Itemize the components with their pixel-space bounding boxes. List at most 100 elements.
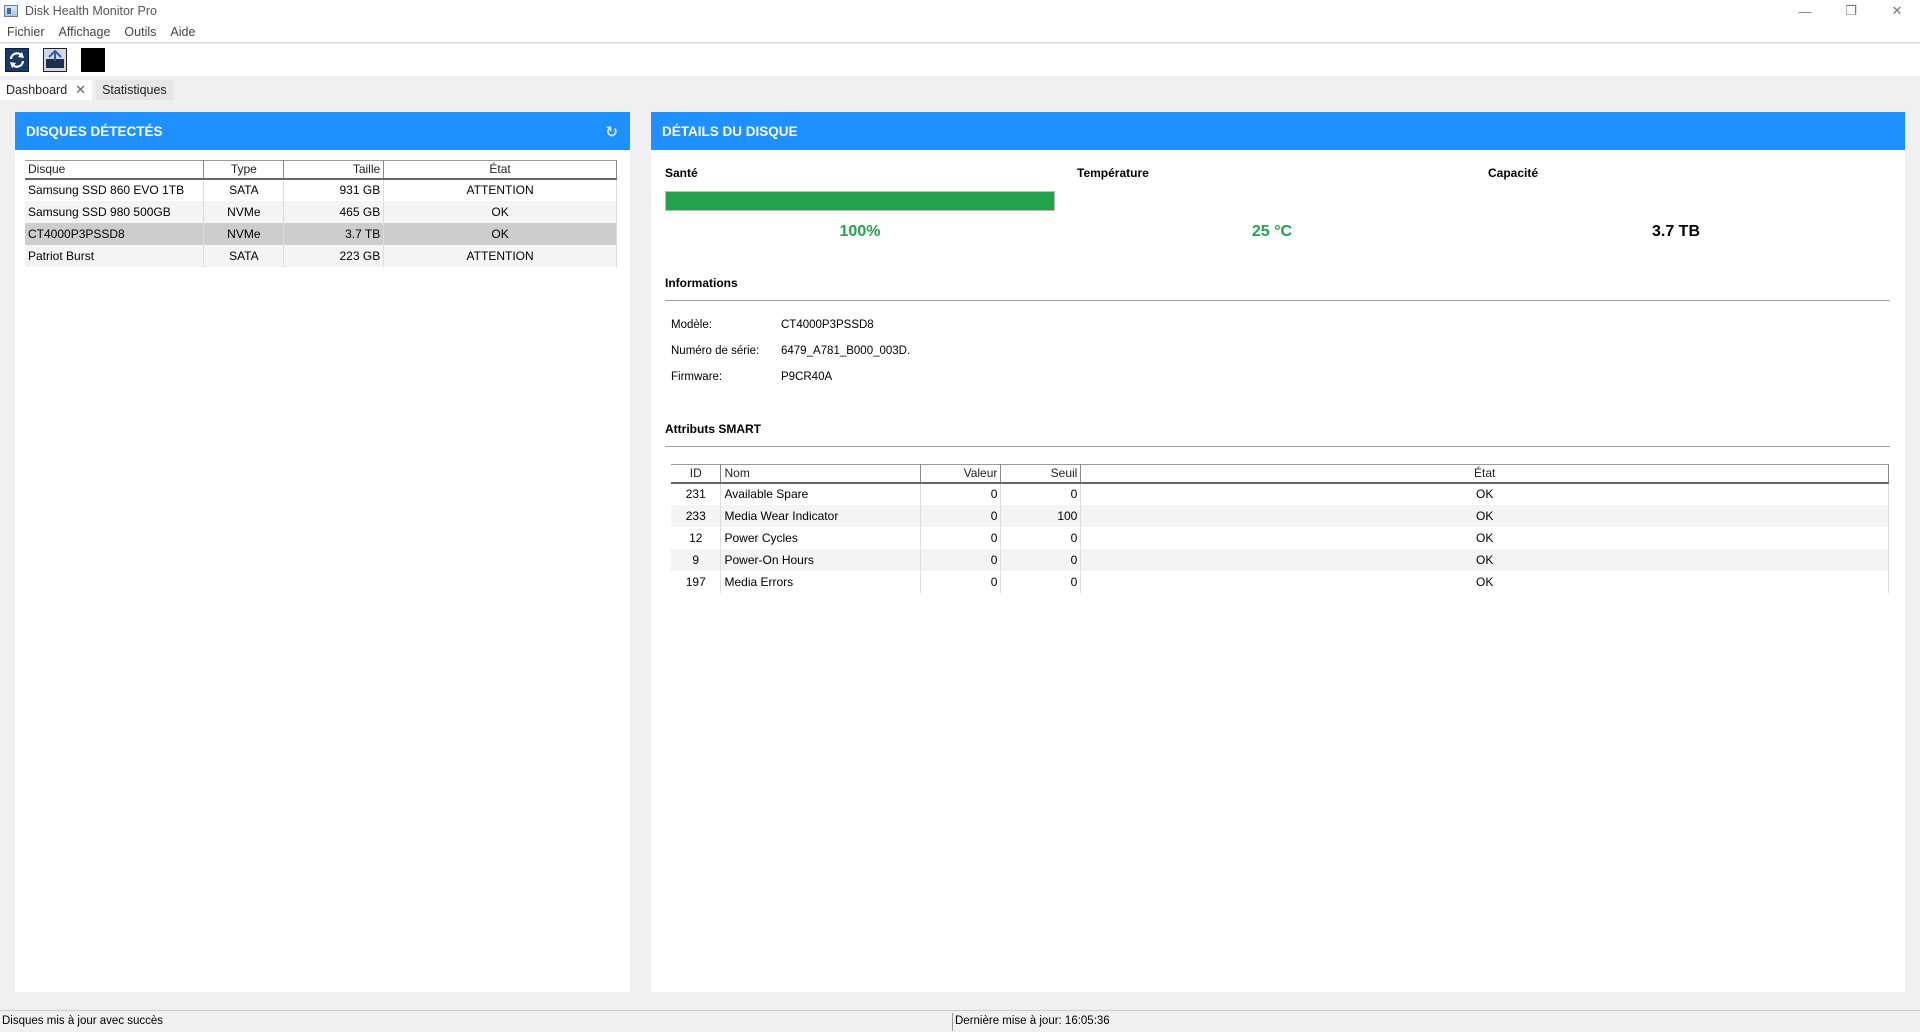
- minimize-button[interactable]: —: [1782, 0, 1828, 22]
- tab-statistiques[interactable]: Statistiques: [96, 80, 173, 100]
- smart-state: OK: [1080, 570, 1889, 593]
- info-firmware-label: Firmware:: [671, 371, 723, 383]
- smart-state: OK: [1080, 548, 1889, 571]
- window-controls: — ❐ ✕: [1782, 0, 1920, 22]
- col-taille[interactable]: Taille: [283, 160, 385, 180]
- disk-size: 931 GB: [283, 178, 385, 201]
- tab-close-icon[interactable]: ✕: [75, 82, 86, 98]
- capacity-label: Capacité: [1488, 166, 1539, 180]
- detected-disks-panel: DISQUES DÉTECTÉS ↻ Disque Type Taille Ét…: [15, 112, 630, 992]
- col-type[interactable]: Type: [203, 160, 285, 180]
- col-id[interactable]: ID: [671, 464, 722, 484]
- disk-name: Samsung SSD 860 EVO 1TB: [25, 178, 205, 201]
- temperature-label: Température: [1077, 166, 1149, 180]
- info-row-firmware: Firmware: P9CR40A: [671, 371, 832, 383]
- disk-type: SATA: [203, 178, 285, 201]
- export-tool-button[interactable]: [42, 47, 68, 73]
- tab-dashboard-label: Dashboard: [6, 83, 68, 97]
- menu-outils[interactable]: Outils: [117, 25, 163, 39]
- disk-details-header: DÉTAILS DU DISQUE: [651, 112, 1905, 150]
- table-row-selected[interactable]: CT4000P3PSSD8 NVMe 3.7 TB OK: [25, 222, 617, 245]
- detected-disks-title: DISQUES DÉTECTÉS: [26, 123, 163, 139]
- smart-name: Available Spare: [720, 482, 922, 505]
- smart-divider: [665, 446, 1890, 447]
- disk-state: OK: [383, 200, 617, 223]
- app-icon: [4, 5, 18, 17]
- menu-fichier[interactable]: Fichier: [0, 25, 52, 39]
- close-button[interactable]: ✕: [1874, 0, 1920, 22]
- smart-state: OK: [1080, 482, 1889, 505]
- col-smart-etat[interactable]: État: [1080, 464, 1889, 484]
- col-seuil[interactable]: Seuil: [1000, 464, 1082, 484]
- window-title: Disk Health Monitor Pro: [25, 4, 157, 18]
- smart-title: Attributs SMART: [665, 422, 761, 436]
- disk-details-panel: DÉTAILS DU DISQUE Santé 100% Température…: [651, 112, 1905, 992]
- disk-type: NVMe: [203, 200, 285, 223]
- smart-value: 0: [920, 504, 1002, 527]
- smart-state: OK: [1080, 526, 1889, 549]
- col-nom[interactable]: Nom: [720, 464, 922, 484]
- disk-type: NVMe: [203, 222, 285, 245]
- smart-name: Power-On Hours: [720, 548, 922, 571]
- table-row[interactable]: 233 Media Wear Indicator 0 100 OK: [671, 504, 1889, 527]
- menu-affichage[interactable]: Affichage: [52, 25, 118, 39]
- toolbar: [0, 44, 1920, 76]
- table-row[interactable]: Patriot Burst SATA 223 GB ATTENTION: [25, 244, 617, 267]
- disk-size: 465 GB: [283, 200, 385, 223]
- menu-bar: Fichier Affichage Outils Aide: [0, 22, 1920, 43]
- info-model-value: CT4000P3PSSD8: [781, 319, 874, 331]
- smart-name: Media Wear Indicator: [720, 504, 922, 527]
- table-row[interactable]: 9 Power-On Hours 0 0 OK: [671, 548, 1889, 571]
- table-row[interactable]: 12 Power Cycles 0 0 OK: [671, 526, 1889, 549]
- disk-details-title: DÉTAILS DU DISQUE: [662, 123, 798, 139]
- health-label: Santé: [665, 166, 698, 180]
- smart-id: 231: [671, 482, 722, 505]
- smart-threshold: 0: [1000, 548, 1082, 571]
- terminal-tool-button[interactable]: [80, 47, 106, 73]
- smart-id: 9: [671, 548, 722, 571]
- disk-table: Disque Type Taille État Samsung SSD 860 …: [25, 160, 617, 267]
- status-message: Disques mis à jour avec succès: [2, 1015, 164, 1027]
- refresh-tool-button[interactable]: [4, 47, 30, 73]
- status-separator: [952, 1013, 953, 1031]
- last-update: Dernière mise à jour: 16:05:36: [955, 1015, 1110, 1027]
- table-row[interactable]: Samsung SSD 860 EVO 1TB SATA 931 GB ATTE…: [25, 178, 617, 201]
- smart-threshold: 100: [1000, 504, 1082, 527]
- status-bar: Disques mis à jour avec succès Dernière …: [0, 1010, 1920, 1032]
- tab-statistiques-label: Statistiques: [102, 83, 167, 97]
- disk-name: Patriot Burst: [25, 244, 205, 267]
- refresh-icon: [5, 48, 29, 72]
- table-row[interactable]: Samsung SSD 980 500GB NVMe 465 GB OK: [25, 200, 617, 223]
- menu-aide[interactable]: Aide: [163, 25, 202, 39]
- temperature-value: 25 °C: [1251, 223, 1293, 240]
- disk-state: OK: [383, 222, 617, 245]
- smart-table: ID Nom Valeur Seuil État 231 Available S…: [671, 464, 1889, 593]
- smart-id: 12: [671, 526, 722, 549]
- table-row[interactable]: 231 Available Spare 0 0 OK: [671, 482, 1889, 505]
- terminal-icon: [81, 48, 105, 72]
- smart-name: Media Errors: [720, 570, 922, 593]
- informations-divider: [665, 300, 1890, 301]
- refresh-icon[interactable]: ↻: [605, 123, 618, 141]
- info-row-model: Modèle: CT4000P3PSSD8: [671, 319, 874, 331]
- col-valeur[interactable]: Valeur: [920, 464, 1002, 484]
- info-model-label: Modèle:: [671, 319, 712, 331]
- export-icon: [43, 48, 67, 72]
- table-row[interactable]: 197 Media Errors 0 0 OK: [671, 570, 1889, 593]
- col-disque[interactable]: Disque: [25, 160, 205, 180]
- smart-threshold: 0: [1000, 570, 1082, 593]
- health-progress-fill: [666, 192, 1054, 210]
- col-etat[interactable]: État: [383, 160, 617, 180]
- info-serial-value: 6479_A781_B000_003D.: [781, 345, 911, 357]
- smart-threshold: 0: [1000, 526, 1082, 549]
- tab-bar: Dashboard ✕ Statistiques: [0, 78, 1920, 100]
- disk-state: ATTENTION: [383, 178, 617, 201]
- smart-value: 0: [920, 526, 1002, 549]
- maximize-button[interactable]: ❐: [1828, 0, 1874, 22]
- smart-value: 0: [920, 570, 1002, 593]
- smart-threshold: 0: [1000, 482, 1082, 505]
- informations-title: Informations: [665, 276, 738, 290]
- tab-dashboard[interactable]: Dashboard ✕: [0, 80, 93, 100]
- info-row-serial: Numéro de série: 6479_A781_B000_003D.: [671, 345, 910, 357]
- smart-state: OK: [1080, 504, 1889, 527]
